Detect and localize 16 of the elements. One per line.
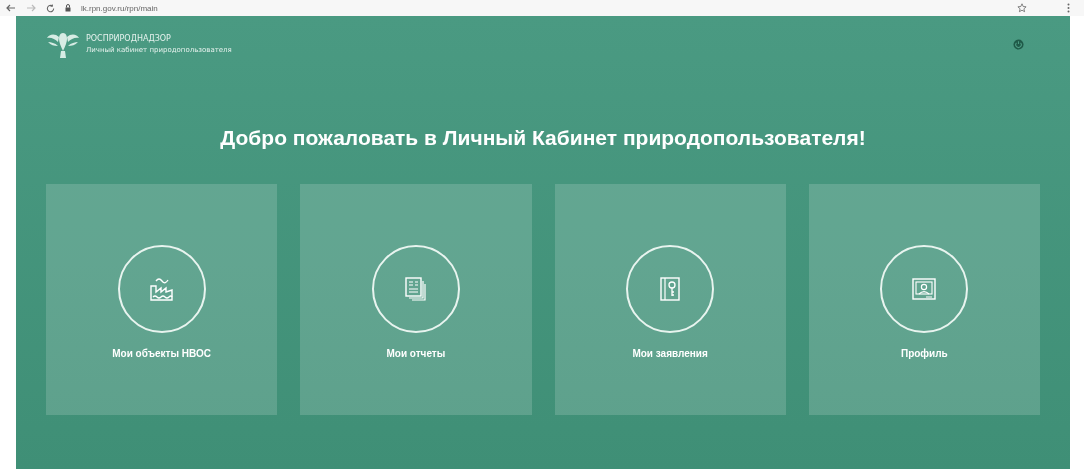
menu-card[interactable]: Мои отчеты	[300, 184, 532, 415]
document-key-icon	[659, 276, 682, 302]
lock-icon	[65, 4, 71, 12]
documents-icon	[403, 276, 428, 302]
menu-card[interactable]: Мои заявления	[554, 184, 786, 415]
menu-card[interactable]: Мои объекты НВОС	[46, 184, 278, 415]
welcome-heading: Добро пожаловать в Личный Кабинет природопользователя!	[219, 126, 867, 150]
profile-icon	[911, 277, 938, 301]
menu-icon[interactable]	[1067, 3, 1070, 13]
reload-icon[interactable]	[46, 3, 55, 13]
factory-icon	[147, 276, 176, 302]
address-bar-url[interactable]: lk.rpn.gov.ru/rpn/main	[81, 3, 158, 13]
back-icon[interactable]	[6, 4, 16, 12]
menu-card[interactable]: Профиль	[808, 184, 1040, 415]
star-icon[interactable]	[1017, 3, 1027, 13]
brand-name: РОСПРИРОДНАДЗОР	[86, 34, 172, 43]
